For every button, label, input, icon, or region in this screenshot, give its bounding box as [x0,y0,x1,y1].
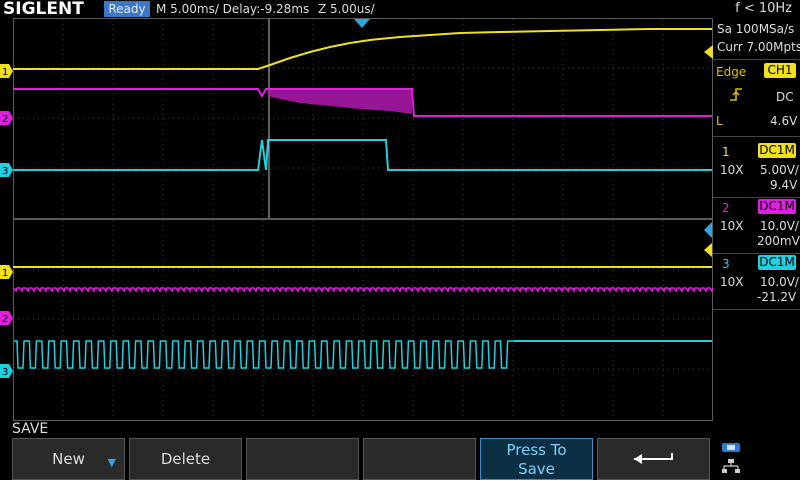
delete-button-label: Delete [160,450,211,468]
ch2-marker-main: 2 [0,111,13,125]
ch2-offset[interactable]: 200mV [757,234,800,248]
ch2-coupling-badge[interactable]: DC1M [758,199,796,214]
panel-divider [713,309,800,310]
trigger-position-marker [354,19,370,28]
panel-divider [713,197,800,198]
ch1-marker-text: 1 [2,67,8,78]
trigger-level[interactable]: 4.6V [770,114,797,128]
trigger-source-badge[interactable]: CH1 [764,63,796,78]
ch3-offset[interactable]: -21.2V [757,290,796,304]
ch1-probe: 10X [720,163,744,177]
ch2-probe: 10X [720,219,744,233]
trigger-level-marker-main [704,45,713,59]
ch1-scale[interactable]: 5.00V/ [760,163,799,177]
panel-divider [713,136,800,137]
ch1-coupling-badge[interactable]: DC1M [758,143,796,158]
svg-text:3: 3 [2,166,8,177]
ch1-offset[interactable]: 9.4V [770,178,797,192]
waveform-display: 1 2 3 1 2 3 [0,19,714,420]
ch2-marker-zoom: 2 [0,311,13,325]
ch2-number: 2 [722,201,730,215]
menu-title: SAVE [12,421,49,437]
svg-text:2: 2 [2,314,8,325]
ch1-number: 1 [722,145,730,159]
zoom-trigger-marker [704,222,712,238]
ch1-marker-zoom: 1 [0,265,13,279]
ch2-envelope-main [268,90,412,114]
svg-text:2: 2 [2,114,8,125]
ch3-marker-zoom: 3 [0,364,13,378]
panel-divider [713,59,800,60]
new-button[interactable]: New ▼ [12,438,125,480]
usb-network-icon [722,443,740,473]
ch3-probe: 10X [720,275,744,289]
usb-network-status [719,441,797,479]
sample-rate: Sa 100MSa/s [717,22,795,36]
panel-divider [713,253,800,254]
return-arrow-icon [634,453,673,464]
ch3-marker-main: 3 [0,163,13,177]
chevron-down-icon: ▼ [107,456,116,469]
ch3-number: 3 [722,257,730,271]
ch1-marker-main: 1 [0,64,13,78]
ch3-waveform-zoom [14,340,514,369]
memory-depth: Curr 7.00Mpts [717,40,800,54]
grid-lines [13,19,712,420]
trigger-level-label: L [716,114,723,128]
ch2-waveform-zoom [13,287,714,293]
delete-button[interactable]: Delete [129,438,242,480]
ch2-scale[interactable]: 10.0V/ [760,219,799,233]
svg-text:3: 3 [2,367,8,378]
trigger-level-marker-zoom [704,243,712,257]
empty-softkey-4[interactable] [363,438,476,480]
trigger-coupling[interactable]: DC [776,90,794,104]
trigger-type[interactable]: Edge [716,65,746,79]
back-button[interactable] [597,438,710,480]
empty-softkey-3[interactable] [246,438,359,480]
press-to-save-label: Press To Save [506,441,567,478]
press-to-save-button[interactable]: Press To Save [480,438,593,480]
svg-text:1: 1 [2,268,8,279]
ch3-scale[interactable]: 10.0V/ [760,275,799,289]
ch3-coupling-badge[interactable]: DC1M [758,255,796,270]
